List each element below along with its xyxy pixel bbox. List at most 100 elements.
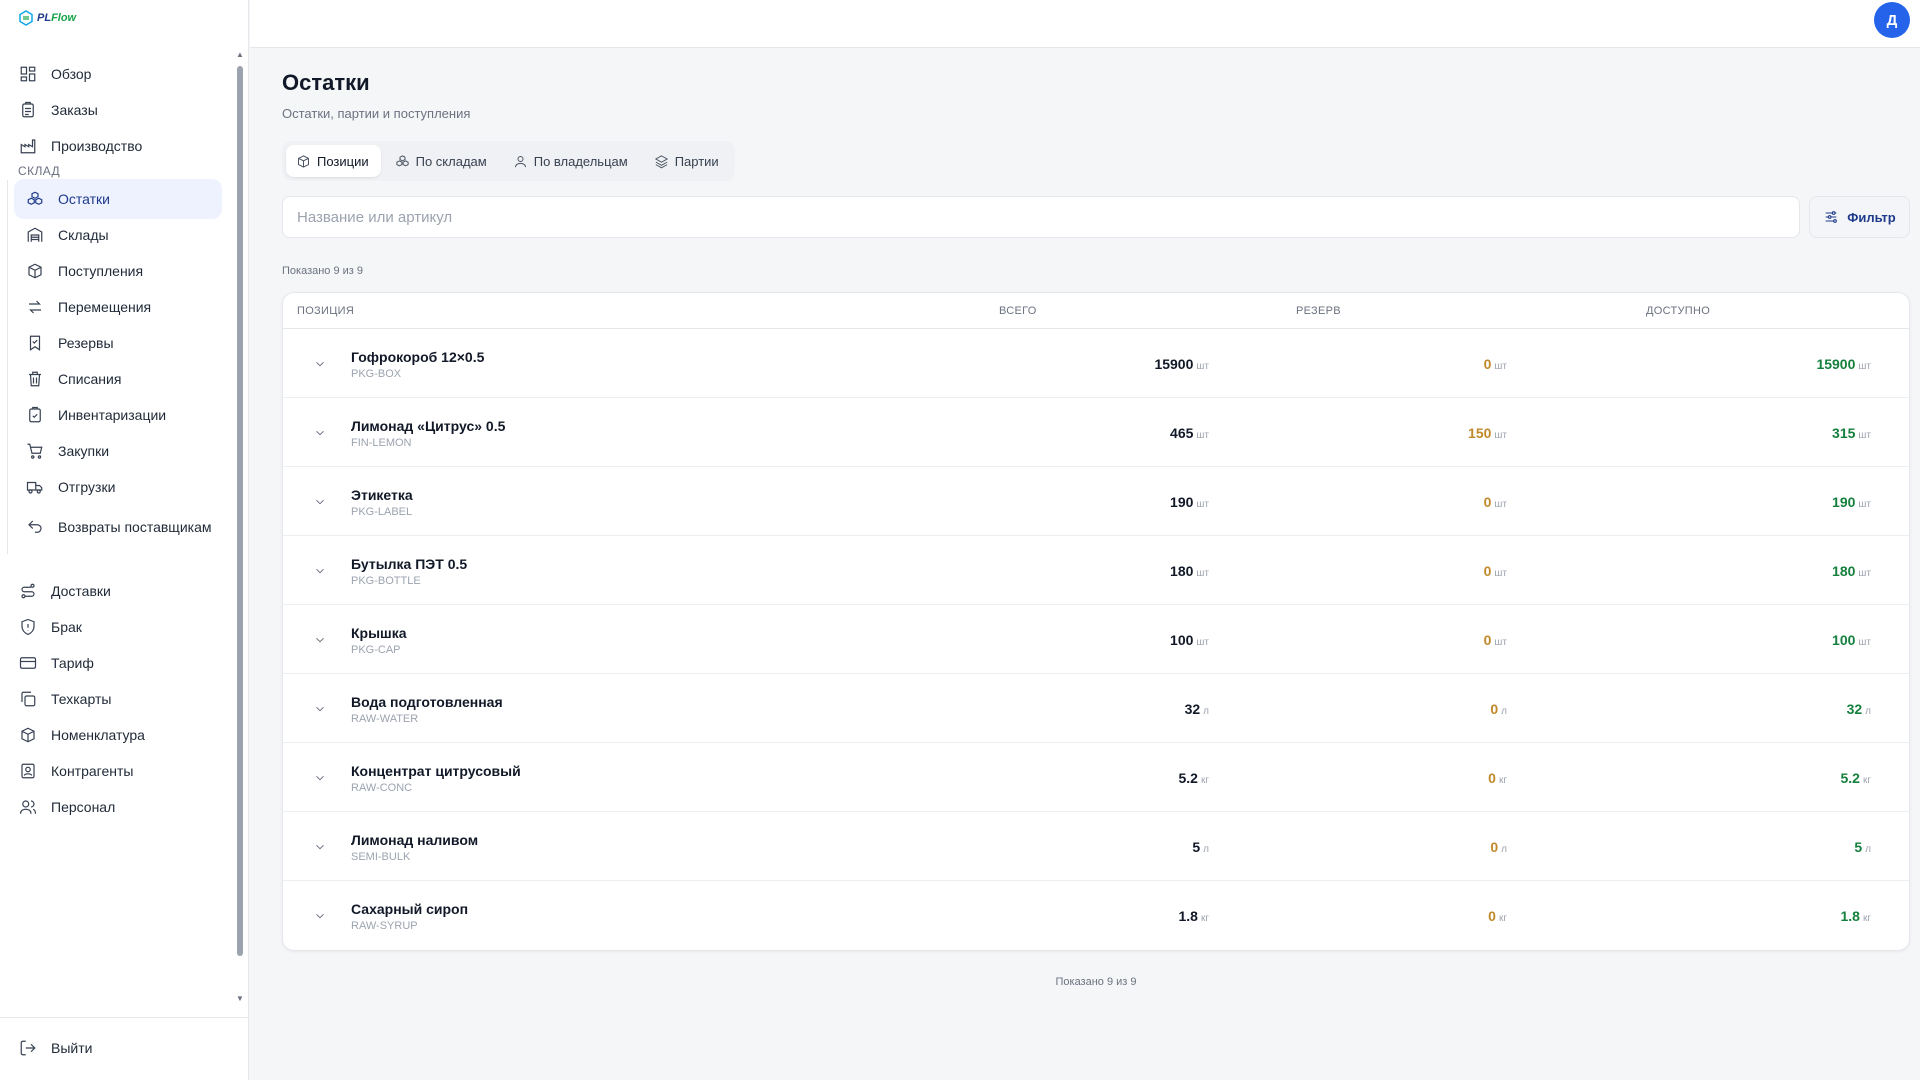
tab-3[interactable]: Партии (644, 145, 731, 177)
sidebar-item-label: Производство (51, 138, 143, 154)
sidebar-item-label: Перемещения (58, 299, 152, 315)
sidebar-item-label: Брак (51, 619, 82, 635)
return-icon (28, 520, 42, 533)
expand-row-button[interactable] (313, 771, 327, 785)
item-total: 32 л (1184, 701, 1209, 717)
sidebar-item-bottom_items-0[interactable]: Доставки (14, 571, 222, 611)
item-available: 5л (1854, 839, 1871, 855)
trash-icon (29, 371, 41, 387)
sidebar-item-bottom_items-3[interactable]: Техкарты (14, 679, 222, 719)
tab-0[interactable]: Позиции (286, 145, 381, 177)
table-row[interactable]: Крышка PKG-CAP 100 шт 0 шт 100 шт (283, 605, 1909, 674)
scroll-up-arrow[interactable]: ▲ (236, 51, 244, 59)
boxes-icon (396, 154, 409, 166)
scroll-down-arrow[interactable]: ▼ (236, 995, 244, 1003)
sidebar-item-label: Тариф (51, 655, 94, 671)
logo[interactable]: PLFlow (18, 10, 76, 26)
sidebar-scrollbar[interactable]: ▲ ▼ (236, 51, 244, 1003)
sidebar-item-label: Списания (58, 371, 122, 387)
item-available: 32 л (1846, 701, 1871, 717)
users-icon-wrap (19, 798, 37, 816)
scrollbar-thumb[interactable] (237, 66, 243, 956)
table-row[interactable]: Лимонад наливом SEMI-BULK 5 л 0 л 5 л (283, 812, 1909, 881)
sidebar-item-label: Заказы (51, 102, 98, 118)
sidebar-item-warehouse_items-5[interactable]: Списания (14, 359, 222, 399)
table-header: Позиция Всего Резерв Доступно (283, 293, 1909, 329)
sidebar-item-warehouse_items-3[interactable]: Перемещения (14, 287, 222, 327)
item-name: Лимонад наливом (351, 832, 479, 848)
item-reserve: 0 шт (1483, 356, 1507, 372)
item-total: 5.2 кг (1178, 770, 1210, 786)
sidebar-item-warehouse_items-6[interactable]: Инвентаризации (14, 395, 222, 435)
header-position: Позиция (297, 305, 355, 317)
sidebar-item-warehouse_items-4[interactable]: Резервы (14, 323, 222, 363)
route-icon-wrap (19, 582, 37, 600)
factory-icon (20, 139, 36, 154)
sidebar-item-bottom_items-2[interactable]: Тариф (14, 643, 222, 683)
item-sku: RAW-CONC (351, 782, 413, 794)
dashboard-icon (20, 66, 36, 82)
sidebar-item-label: Поступления (58, 263, 144, 279)
expand-row-button[interactable] (313, 702, 327, 716)
sidebar-item-warehouse_items-2[interactable]: Поступления (14, 251, 222, 291)
header-reserve: Резерв (1296, 305, 1341, 317)
truck-icon-wrap (26, 478, 44, 496)
shield-alert-icon-wrap (19, 618, 37, 636)
tab-1[interactable]: По складам (385, 145, 499, 177)
item-available: 100 шт (1832, 632, 1871, 648)
box-icon (298, 154, 309, 168)
expand-row-button[interactable] (313, 495, 327, 509)
expand-row-button[interactable] (313, 909, 327, 923)
chevron-down-icon (316, 637, 324, 643)
item-reserve: 150 шт (1468, 425, 1507, 441)
item-sku: RAW-SYRUP (351, 920, 418, 932)
table-row[interactable]: Гофрокороб 12×0.5 PKG-BOX 15900 шт 0 шт 15900 ш… (283, 329, 1909, 398)
item-reserve: 0л (1490, 839, 1507, 855)
table-row[interactable]: Этикетка PKG-LABEL 190 шт 0 шт 190 шт (283, 467, 1909, 536)
credit-card-icon (19, 657, 37, 669)
sidebar-item-warehouse_items-0[interactable]: Остатки (14, 179, 222, 219)
expand-row-button[interactable] (313, 426, 327, 440)
table-row[interactable]: Вода подготовленная RAW-WATER 32 л 0 л 32 л (283, 674, 1909, 743)
shown-count-bottom: Показано 9 из 9 (1055, 976, 1137, 988)
sidebar-item-top_items-2[interactable]: Производство (14, 126, 222, 166)
sidebar-item-label: Отгрузки (58, 479, 116, 495)
item-available: 1.8 кг (1840, 908, 1872, 924)
route-icon (21, 583, 35, 599)
avatar[interactable]: Д (1874, 2, 1910, 38)
filter-button[interactable]: Фильтр (1809, 196, 1910, 238)
expand-row-button[interactable] (313, 840, 327, 854)
page-title: Остатки (282, 70, 370, 95)
expand-row-button[interactable] (313, 564, 327, 578)
table-row[interactable]: Сахарный сироп RAW-SYRUP 1.8 кг 0 кг 1.8 кг (283, 881, 1909, 950)
sidebar-item-top_items-1[interactable]: Заказы (14, 90, 222, 130)
item-total: 5л (1192, 839, 1209, 855)
expand-row-button[interactable] (313, 357, 327, 371)
sidebar-item-label: Резервы (58, 335, 114, 351)
item-total: 190 шт (1170, 494, 1209, 510)
search-input[interactable] (282, 196, 1800, 238)
sidebar-item-top_items-0[interactable]: Обзор (14, 54, 222, 94)
chevron-down-icon (316, 775, 324, 781)
sidebar-item-bottom_items-4[interactable]: Номенклатура (14, 715, 222, 755)
item-reserve: 0 кг (1488, 908, 1507, 924)
sidebar-item-warehouse_items-9[interactable]: Возвраты поставщикам (14, 503, 222, 551)
sidebar-item-warehouse_items-8[interactable]: Отгрузки (14, 467, 222, 507)
sidebar-item-bottom_items-6[interactable]: Персонал (14, 787, 222, 827)
table-row[interactable]: Концентрат цитрусовый RAW-CONC 5.2 кг 0 кг 5.2… (283, 743, 1909, 812)
shield-alert-icon (21, 618, 35, 636)
header-available: Доступно (1646, 305, 1711, 317)
expand-row-button[interactable] (313, 633, 327, 647)
item-available: 315 шт (1832, 425, 1871, 441)
sidebar-item-label: Контрагенты (51, 763, 134, 779)
table-row[interactable]: Бутылка ПЭТ 0.5 PKG-BOTTLE 180 шт 0 шт 180 шт (283, 536, 1909, 605)
chevron-down-icon (316, 430, 324, 436)
tab-2[interactable]: По владельцам (503, 145, 640, 177)
logout-button[interactable]: Выйти (14, 1028, 222, 1068)
sidebar-item-warehouse_items-1[interactable]: Склады (14, 215, 222, 255)
item-reserve: 0 кг (1488, 770, 1507, 786)
sidebar-item-warehouse_items-7[interactable]: Закупки (14, 431, 222, 471)
sidebar-item-bottom_items-1[interactable]: Брак (14, 607, 222, 647)
sidebar-item-bottom_items-5[interactable]: Контрагенты (14, 751, 222, 791)
table-row[interactable]: Лимонад «Цитрус» 0.5 FIN-LEMON 465 шт 150 шт 3… (283, 398, 1909, 467)
